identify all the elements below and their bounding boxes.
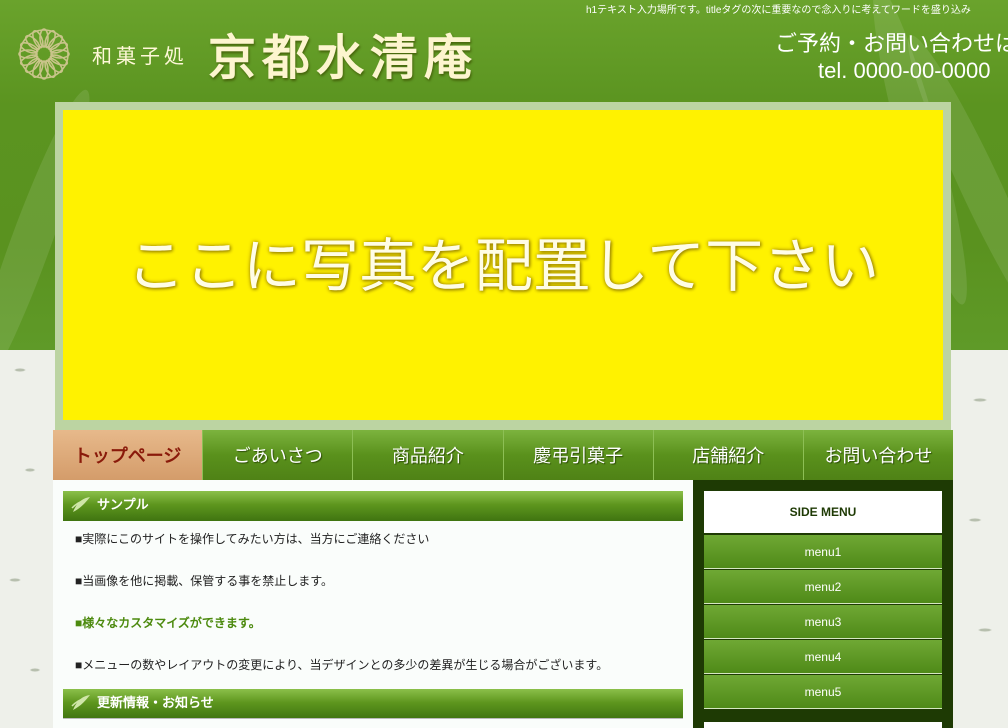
main-content: サンプル ■実際にこのサイトを操作してみたい方は、当方にご連絡ください ■当画像… <box>53 480 693 728</box>
nav-item-shop-info[interactable]: 店舗紹介 <box>653 430 804 480</box>
leaf-icon <box>71 695 90 710</box>
h1-text: h1テキスト入力場所です。titleタグの次に重要なので念入りに考えてワードを盛… <box>586 5 971 16</box>
news-divider <box>63 718 683 719</box>
hero-image-placeholder: ここに写真を配置して下さい <box>63 110 943 420</box>
global-nav: トップページ ごあいさつ 商品紹介 慶弔引菓子 店舗紹介 お問い合わせ <box>53 430 954 480</box>
info-line: ■実際にこのサイトを操作してみたい方は、当方にご連絡ください <box>75 532 430 546</box>
leaf-icon <box>71 497 90 512</box>
contact-tel: tel. 0000-00-0000 <box>818 58 991 83</box>
side-menu-item-2[interactable]: menu2 <box>704 570 942 604</box>
side-menu-item-3[interactable]: menu3 <box>704 605 942 639</box>
side-menu-title: SIDE MENU <box>704 491 942 533</box>
nav-item-products[interactable]: 商品紹介 <box>353 430 504 480</box>
section-heading-sample: サンプル <box>63 491 683 521</box>
logo-subtitle[interactable]: 和菓子処 <box>92 40 188 69</box>
section-heading-news: 更新情報・お知らせ <box>63 689 683 719</box>
contact-label: ご予約・お問い合わせは <box>775 31 1008 56</box>
info-line-highlight: ■様々なカスタマイズができます。 <box>75 616 261 630</box>
side-menu-item-1[interactable]: menu1 <box>704 535 942 569</box>
sidebar: SIDE MENU menu1 menu2 menu3 menu4 menu5 <box>693 480 953 728</box>
info-line: ■当画像を他に掲載、保管する事を禁止します。 <box>75 574 334 588</box>
chrysanthemum-crest-icon[interactable] <box>18 28 70 80</box>
side-menu-item-5[interactable]: menu5 <box>704 675 942 709</box>
side-menu-item-4[interactable]: menu4 <box>704 640 942 674</box>
section-title: 更新情報・お知らせ <box>97 695 214 710</box>
hero-text: ここに写真を配置して下さい <box>126 232 880 300</box>
section-title: サンプル <box>97 497 149 512</box>
nav-item-contact[interactable]: お問い合わせ <box>803 430 954 480</box>
side-next-block <box>704 722 942 728</box>
info-line: ■メニューの数やレイアウトの変更により、当デザインとの多少の差異が生じる場合がご… <box>75 658 609 672</box>
nav-item-greeting[interactable]: ごあいさつ <box>203 430 354 480</box>
nav-item-top[interactable]: トップページ <box>53 430 204 480</box>
nav-item-ceremonial-sweets[interactable]: 慶弔引菓子 <box>503 430 654 480</box>
logo-title[interactable]: 京都水清庵 <box>208 18 478 88</box>
